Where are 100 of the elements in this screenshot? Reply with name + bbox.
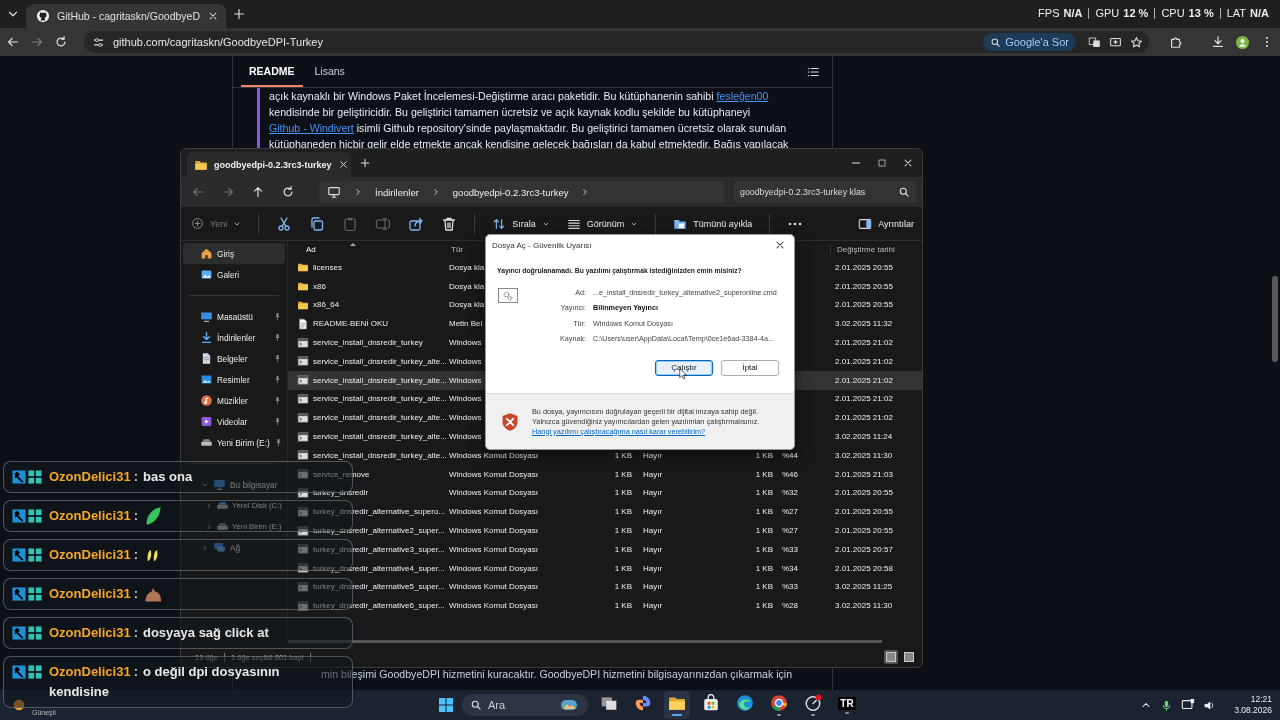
file-name: licenses [313, 262, 342, 272]
file-type: Metin Bel [449, 319, 483, 329]
dialog-title: Dosya Aç - Güvenlik Uyarısı [492, 240, 593, 250]
table-cell-text: Hayır [642, 488, 663, 498]
table-cell-text: %46 [781, 469, 798, 479]
file-type: Dosya kla [449, 281, 485, 291]
file-name: turkey_dnsredir_alternative3_super... [313, 544, 445, 554]
file-size: 1 KB [614, 507, 632, 517]
file-name: turkey_dnsredir_alternative5_super... [313, 582, 445, 592]
file-type: Windows Komut Dosyası [449, 488, 538, 498]
file-name: x86_64 [313, 300, 340, 310]
chat-separator: : [133, 585, 138, 603]
file-name: turkey_dnsredir_alternative_supero... [313, 507, 446, 517]
file-name: service_install_dnsredir_turkey_alte... [313, 356, 447, 366]
table-cell: 1 KB [755, 544, 773, 554]
file-name: turkey_dnsredir_alternative4_super... [313, 563, 445, 573]
file-date: 2.01.2025 20:55 [834, 262, 893, 272]
file-type: Windows [449, 432, 482, 442]
table-cell-text: Hayır [642, 563, 663, 573]
table-cell-text: Hayır [642, 469, 663, 479]
file-type: Dosya kla [449, 300, 485, 310]
file-type: Windows [449, 356, 482, 366]
table-cell-text: Hayır [642, 544, 663, 554]
chat-separator: : [133, 507, 138, 525]
file-date: 2.01.2025 20:55 [834, 300, 893, 310]
file-date: 3.02.2025 11:30 [834, 601, 893, 611]
table-cell-text: %28 [781, 601, 798, 611]
file-name: service_install_dnsredir_turkey_alte... [313, 394, 447, 404]
table-cell-text: Hayır [642, 526, 663, 536]
table-cell-text: Hayır [642, 582, 663, 592]
file-type: Windows Komut Dosyası [449, 582, 538, 592]
file-size: 1 KB [614, 488, 632, 498]
stat-reading: GPU 12 % [1088, 8, 1155, 19]
table-cell-text: Hayır [642, 450, 663, 460]
file-name: turkey_dnsredir_alternative2_super... [313, 526, 445, 536]
table-cell-text: %34 [781, 563, 798, 573]
table-cell: 1 KB [755, 526, 773, 536]
file-type: Windows Komut Dosyası [449, 563, 538, 573]
table-cell: 1 KB [755, 582, 773, 592]
table-cell: 1 KB [755, 601, 773, 611]
table-cell-text: %33 [781, 582, 798, 592]
table-cell-text: Hayır [642, 601, 663, 611]
file-name: service_install_dnsredir_turkey_alte... [313, 413, 447, 423]
table-cell-text: %27 [781, 507, 798, 517]
file-type: Windows Komut Dosyası [449, 507, 538, 517]
file-type: Windows Komut Dosyası [449, 450, 538, 460]
file-date: 2.01.2025 21:02 [834, 375, 893, 385]
file-name: service_install_dnsredir_turkey [313, 338, 423, 348]
file-size: 1 KB [614, 526, 632, 536]
stat-reading: FPS N/A [1037, 8, 1084, 19]
file-type: Dosya kla [449, 262, 485, 272]
file-date: 2.01.2025 21:02 [834, 338, 893, 348]
file-date: 3.02.2025 11:24 [834, 432, 893, 442]
file-type: Windows Komut Dosyası [449, 544, 538, 554]
chat-line: OzonDelici31 : bas ona [49, 468, 193, 486]
stat-reading: LAT N/A [1219, 8, 1275, 19]
file-date: 3.02.2025 11:32 [834, 319, 893, 329]
chat-username: OzonDelici31 [49, 585, 131, 603]
chat-line: OzonDelici31 : o değil dpi dosyasının kendisine [49, 663, 281, 701]
file-name: service_install_dnsredir_turkey_alte... [313, 432, 447, 442]
table-cell: 1 KB [755, 563, 773, 573]
file-size: 1 KB [614, 563, 632, 573]
file-date: 2.01.2025 21:02 [834, 356, 893, 366]
file-date: 2.01.2025 21:02 [834, 394, 893, 404]
file-size: 1 KB [614, 582, 632, 592]
file-date: 2.01.2025 20:57 [834, 544, 893, 554]
file-type: Windows [449, 375, 482, 385]
table-cell: 1 KB [755, 450, 773, 460]
file-date: 2.01.2025 20:55 [834, 526, 893, 536]
file-date: 2.01.2025 20:55 [834, 281, 893, 291]
chat-line: OzonDelici31 : dosyaya sağ click at [49, 624, 269, 642]
file-size: 1 KB [614, 469, 632, 479]
file-type: Windows Komut Dosyası [449, 526, 538, 536]
stat-reading: CPU 13 % [1154, 8, 1220, 19]
chat-username: OzonDelici31 [49, 546, 131, 564]
file-name: service_install_dnsredir_turkey_alte... [313, 375, 447, 385]
readme-text: min bileşimi GoodbyeDPI hizmetini kuracaktır. GoodbyeDPI hizmetini bilgisayarınızdan çıkarmak için [321, 668, 794, 680]
table-cell: 1 KB [755, 469, 773, 479]
file-name: x86 [313, 281, 326, 291]
file-name: README-BENİ OKU [313, 319, 389, 329]
file-date: 3.02.2025 11:25 [834, 582, 893, 592]
file-date: 2.01.2025 21:02 [834, 413, 893, 423]
table-cell-text: %44 [781, 450, 798, 460]
file-type: Windows [449, 338, 482, 348]
table-cell-text: %33 [781, 544, 798, 554]
file-type: Windows Komut Dosyası [449, 469, 538, 479]
table-cell-text: %32 [781, 488, 798, 498]
table-cell-text: Hayır [642, 507, 663, 517]
file-date: 2.01.2025 20:55 [834, 488, 893, 498]
url-text: github.com/cagritaskn/GoodbyeDPI-Turkey [113, 36, 324, 48]
file-type: Windows Komut Dosyası [449, 601, 538, 611]
file-size: 1 KB [614, 601, 632, 611]
file-name: turkey_dnsredir [313, 488, 369, 498]
chat-username: OzonDelici31 [49, 507, 131, 525]
chat-separator: : [133, 546, 138, 564]
file-date: 2.01.2025 20:58 [834, 563, 893, 573]
table-cell-text: %27 [781, 526, 798, 536]
file-date: 3.02.2025 11:30 [834, 450, 893, 460]
file-type: Windows [449, 413, 482, 423]
table-cell: 1 KB [755, 507, 773, 517]
